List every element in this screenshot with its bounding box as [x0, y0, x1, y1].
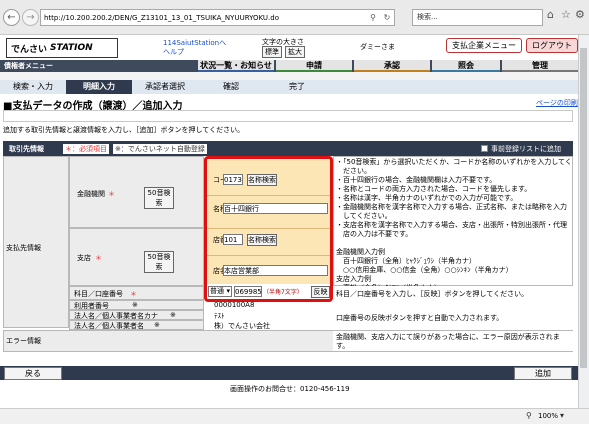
- help-text: ・「50音検索」から選択いただくか、コードか名称のいずれかを入力してく ださい。…: [336, 158, 572, 286]
- tab-status[interactable]: 状況一覧・お知らせ: [198, 60, 274, 72]
- tab-approve[interactable]: 承認: [354, 60, 430, 72]
- step-complete: 完了: [264, 80, 330, 94]
- step-detail-input: 明細入力: [66, 80, 132, 94]
- step-search-input: 検索・入力: [0, 80, 66, 94]
- refresh-icon[interactable]: ↻: [380, 13, 394, 22]
- back-arrow-icon[interactable]: ←: [3, 9, 20, 26]
- section-title: 取引先情報: [9, 145, 44, 153]
- branch-label-cell: 支店 ＊ 50音検索: [69, 228, 204, 286]
- bank-required-mark: ＊: [108, 190, 115, 198]
- tab-manage[interactable]: 管理: [502, 60, 578, 72]
- gear-icon[interactable]: ⚙: [575, 8, 585, 21]
- corp-name-label-cell: 法人名／個人事業者名 ※: [69, 320, 204, 330]
- user-no-label-cell: 利用者番号 ※: [69, 300, 204, 310]
- logo-text: でんさい: [11, 44, 48, 55]
- account-help-text: 科目／口座番号を入力し、［反映］ボタンを押してください。: [336, 290, 529, 298]
- progress-steps: 検索・入力 明細入力 承認者選択 確認 完了: [0, 80, 578, 94]
- browser-status-bar: ⚲ 100% ▾: [0, 408, 589, 424]
- print-link[interactable]: ページの印刷: [536, 98, 578, 108]
- page-title-rule: [3, 110, 573, 122]
- search-icon[interactable]: ⚲: [366, 13, 380, 22]
- account-label-cell: 科目／口座番号 ＊: [69, 286, 204, 300]
- link-help[interactable]: ヘルプ: [163, 47, 184, 57]
- branch-required-mark: ＊: [95, 254, 102, 262]
- bank-kana-search-button[interactable]: 50音検索: [144, 187, 174, 209]
- creditor-menu-title: 債権者メニュー: [4, 62, 53, 70]
- branch-kana-search-button[interactable]: 50音検索: [144, 251, 174, 273]
- font-std-button[interactable]: 標準: [262, 46, 282, 58]
- error-help-cell: 金融機関、支店入力にて誤りがあった場合に、エラー原因が表示されま す。: [333, 331, 573, 351]
- reflect-help-text: 口座番号の反映ボタンを押すと自動で入力されます。: [336, 314, 504, 322]
- chevron-down-icon[interactable]: ▾: [560, 411, 564, 420]
- corp-kana-auto-mark: ※: [170, 311, 176, 319]
- logo-station: STATION: [50, 43, 93, 53]
- instruction-text: 追加する取引先情報と譲渡情報を入力し、［追加］ボタンを押してください。: [3, 126, 245, 134]
- error-help-text: 金融機関、支店入力にて誤りがあった場合に、エラー原因が表示されま す。: [336, 333, 560, 350]
- font-large-button[interactable]: 拡大: [285, 46, 305, 58]
- account-label: 科目／口座番号: [74, 290, 123, 298]
- corp-kana-label-cell: 法人名／個人事業者名カナ ※: [69, 310, 204, 320]
- zoom-icon[interactable]: ⚲: [526, 411, 532, 420]
- corp-kana-value: ﾃｽﾄ: [214, 312, 225, 320]
- add-button[interactable]: 追加: [514, 367, 572, 380]
- bank-label: 金融機関: [77, 190, 105, 198]
- logout-button[interactable]: ログアウト: [526, 38, 578, 53]
- corp-name-auto-mark: ※: [154, 321, 160, 329]
- section-header: 取引先情報 ＊：必須項目 ※：でんさいネット自動登録 事前登録リストに追加: [3, 141, 573, 156]
- bank-label-cell: 金融機関 ＊ 50音検索: [69, 156, 204, 228]
- densai-logo: でんさい STATION: [6, 38, 118, 58]
- step-approver: 承認者選択: [132, 80, 198, 94]
- error-label: エラー情報: [6, 337, 41, 345]
- payer-menu-button[interactable]: 支払企業メニュー: [446, 38, 522, 53]
- star-icon[interactable]: ☆: [561, 8, 571, 21]
- required-note: ＊：必須項目: [63, 144, 109, 154]
- back-button[interactable]: 戻る: [4, 367, 62, 380]
- group-label-cell: 支払先情報: [3, 156, 69, 328]
- browser-search-input[interactable]: 検索...: [412, 9, 543, 26]
- action-bar: 戻る 追加: [0, 366, 578, 380]
- user-no-auto-mark: ※: [132, 301, 138, 309]
- payee-info-label: 支払先情報: [6, 244, 41, 252]
- user-no-value: 0000100A8: [214, 301, 255, 309]
- address-bar[interactable]: http://10.200.200.2/DEN/G_Z13101_13_01_T…: [40, 9, 395, 26]
- prereg-label: 事前登録リストに追加: [491, 145, 561, 153]
- prereg-checkbox[interactable]: [481, 145, 488, 152]
- highlight-frame: [204, 156, 333, 302]
- support-contact: 画面操作のお問合せ：0120-456-119: [230, 385, 350, 393]
- user-name: ダミーさま: [360, 43, 395, 51]
- forward-arrow-icon[interactable]: →: [22, 9, 39, 26]
- account-required-mark: ＊: [130, 290, 137, 298]
- tab-inquiry[interactable]: 照会: [432, 60, 500, 72]
- zoom-level[interactable]: 100%: [538, 412, 558, 420]
- url-text: http://10.200.200.2/DEN/G_Z13101_13_01_T…: [44, 13, 279, 22]
- menu-spacer: [0, 72, 578, 80]
- auto-register-note: ※：でんさいネット自動登録: [113, 144, 207, 154]
- home-icon[interactable]: ⌂: [547, 8, 554, 21]
- step-confirm: 確認: [198, 80, 264, 94]
- tab-request[interactable]: 申請: [276, 60, 352, 72]
- scrollbar-thumb[interactable]: [580, 48, 587, 368]
- branch-label: 支店: [77, 254, 91, 262]
- main-menu-bar: 債権者メニュー 状況一覧・お知らせ 申請 承認 照会 管理: [0, 60, 578, 72]
